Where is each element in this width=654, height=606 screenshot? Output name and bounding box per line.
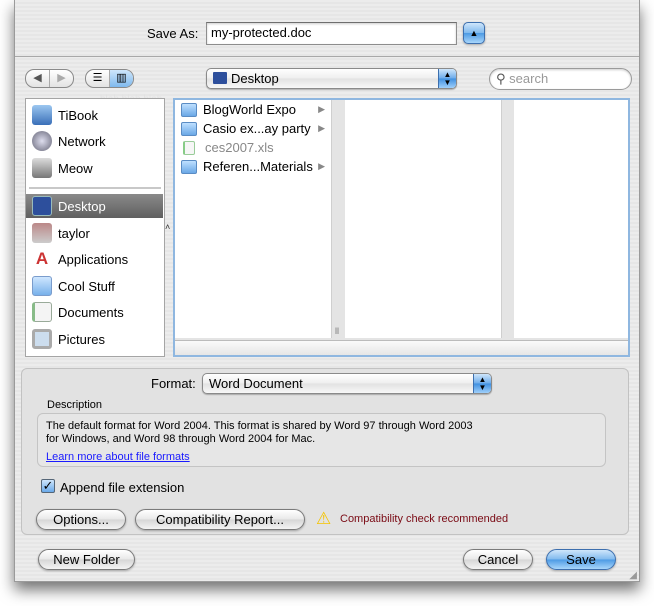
popup-arrows-icon: ▲ ▼ xyxy=(438,69,456,88)
documents-icon xyxy=(32,302,52,322)
sidebar-item-label: Network xyxy=(58,133,106,149)
popup-arrows-icon: ▲ ▼ xyxy=(473,374,491,393)
learn-more-link[interactable]: Learn more about file formats xyxy=(46,451,190,464)
sidebar-item-documents[interactable]: Documents xyxy=(26,300,163,324)
sidebar-item-tibook[interactable]: TiBook xyxy=(26,103,163,127)
home-icon xyxy=(32,223,52,243)
computer-icon xyxy=(32,105,52,125)
desktop-icon xyxy=(32,196,52,216)
append-extension-label[interactable]: Append file extension xyxy=(60,480,184,495)
sidebar-item-taylor[interactable]: taylor xyxy=(26,221,163,245)
sidebar-item-label: Cool Stuff xyxy=(58,278,115,294)
file-item-reference-materials[interactable]: Referen...Materials ▶ xyxy=(175,157,331,176)
sidebar-item-label: Documents xyxy=(58,304,124,320)
sidebar-item-pictures[interactable]: Pictures xyxy=(26,327,163,351)
location-popup[interactable]: Desktop ▲ ▼ xyxy=(206,68,457,89)
folder-icon xyxy=(181,121,197,136)
format-popup[interactable]: Word Document ▲ ▼ xyxy=(202,373,492,394)
disclosure-arrow-icon: ▶ xyxy=(318,161,325,171)
file-item-label: ces2007.xls xyxy=(205,140,274,155)
sidebar-item-label: TiBook xyxy=(58,107,98,123)
folder-icon xyxy=(181,159,197,174)
sidebar-item-cool-stuff[interactable]: Cool Stuff xyxy=(26,274,163,298)
column-view-button[interactable]: ▥ xyxy=(110,70,133,87)
format-panel: Format: Word Document ▲ ▼ Description The… xyxy=(21,368,629,535)
save-as-label: Save As: xyxy=(147,26,199,41)
new-folder-button[interactable]: New Folder xyxy=(38,549,135,570)
warning-text: Compatibility check recommended xyxy=(340,513,509,525)
sidebar-item-label: taylor xyxy=(58,225,90,241)
forward-button[interactable]: ▶ xyxy=(50,70,73,87)
sidebar-item-label: Pictures xyxy=(58,331,105,347)
description-text: The default format for Word 2004. This f… xyxy=(46,420,473,445)
file-item-casio-party[interactable]: Casio ex...ay party ▶ xyxy=(175,119,331,138)
options-button[interactable]: Options... xyxy=(36,509,126,530)
append-extension-checkbox[interactable]: ✓ xyxy=(41,479,55,493)
cancel-button[interactable]: Cancel xyxy=(463,549,533,570)
file-item-label: BlogWorld Expo xyxy=(203,102,296,117)
network-globe-icon xyxy=(32,131,52,151)
save-as-input[interactable]: my-protected.doc xyxy=(206,22,457,45)
sidebar-item-network[interactable]: Network xyxy=(26,129,163,153)
divider xyxy=(15,56,639,57)
save-button[interactable]: Save xyxy=(546,549,616,570)
compatibility-report-button[interactable]: Compatibility Report... xyxy=(135,509,305,530)
collapse-dialog-button[interactable]: ▲ xyxy=(463,22,485,44)
disclosure-arrow-icon: ▶ xyxy=(318,104,325,114)
format-label: Format: xyxy=(151,376,196,391)
folder-icon xyxy=(181,102,197,117)
file-item-label: Casio ex...ay party xyxy=(203,121,311,136)
horizontal-scrollbar[interactable] xyxy=(175,340,628,355)
desktop-icon xyxy=(213,72,227,84)
search-icon: ⚲ xyxy=(496,71,506,86)
sidebar-item-meow[interactable]: Meow xyxy=(26,156,163,180)
splitter-handle[interactable]: ˄ xyxy=(165,222,170,232)
view-buttons: ☰ ▥ xyxy=(85,69,134,88)
sidebar-item-label: Applications xyxy=(58,251,129,267)
disclosure-arrow-icon: ▶ xyxy=(318,123,325,133)
search-field[interactable]: ⚲ search xyxy=(489,68,632,90)
spreadsheet-file-icon xyxy=(183,140,195,155)
nav-buttons: ◀ ▶ xyxy=(25,69,74,88)
applications-icon: A xyxy=(35,249,49,268)
sidebar-item-label: Meow xyxy=(58,160,93,176)
file-item-label: Referen...Materials xyxy=(203,159,313,174)
browser-column-3 xyxy=(514,100,628,338)
list-view-button[interactable]: ☰ xyxy=(86,70,110,87)
file-item-blogworld-expo[interactable]: BlogWorld Expo ▶ xyxy=(175,100,331,119)
location-value: Desktop xyxy=(231,71,279,86)
save-dialog: Save As: my-protected.doc ▲ ◀ ▶ ☰ ▥ Desk… xyxy=(14,0,640,582)
sidebar: TiBook Network Meow Desktop taylor A Appl… xyxy=(25,98,165,357)
sidebar-item-applications[interactable]: A Applications xyxy=(26,247,163,271)
folder-icon xyxy=(32,276,52,296)
sidebar-item-label: Desktop xyxy=(58,198,106,214)
file-browser: BlogWorld Expo ▶ Casio ex...ay party ▶ ces… xyxy=(173,98,630,357)
resize-grip[interactable]: ◢ xyxy=(629,570,637,581)
file-item-ces2007-xls: ces2007.xls xyxy=(175,138,331,157)
warning-icon: ⚠ xyxy=(316,509,332,528)
hard-drive-icon xyxy=(32,158,52,178)
browser-column-1: BlogWorld Expo ▶ Casio ex...ay party ▶ ces… xyxy=(175,100,332,338)
format-value: Word Document xyxy=(209,376,303,391)
back-button[interactable]: ◀ xyxy=(26,70,50,87)
description-label: Description xyxy=(47,399,103,411)
column-resize-handle[interactable]: ll xyxy=(335,326,339,336)
sidebar-divider xyxy=(29,187,161,189)
pictures-icon xyxy=(32,329,52,349)
description-box: The default format for Word 2004. This f… xyxy=(37,413,606,467)
search-placeholder: search xyxy=(509,71,549,86)
browser-column-2 xyxy=(345,100,502,338)
sidebar-item-desktop[interactable]: Desktop xyxy=(26,194,163,218)
